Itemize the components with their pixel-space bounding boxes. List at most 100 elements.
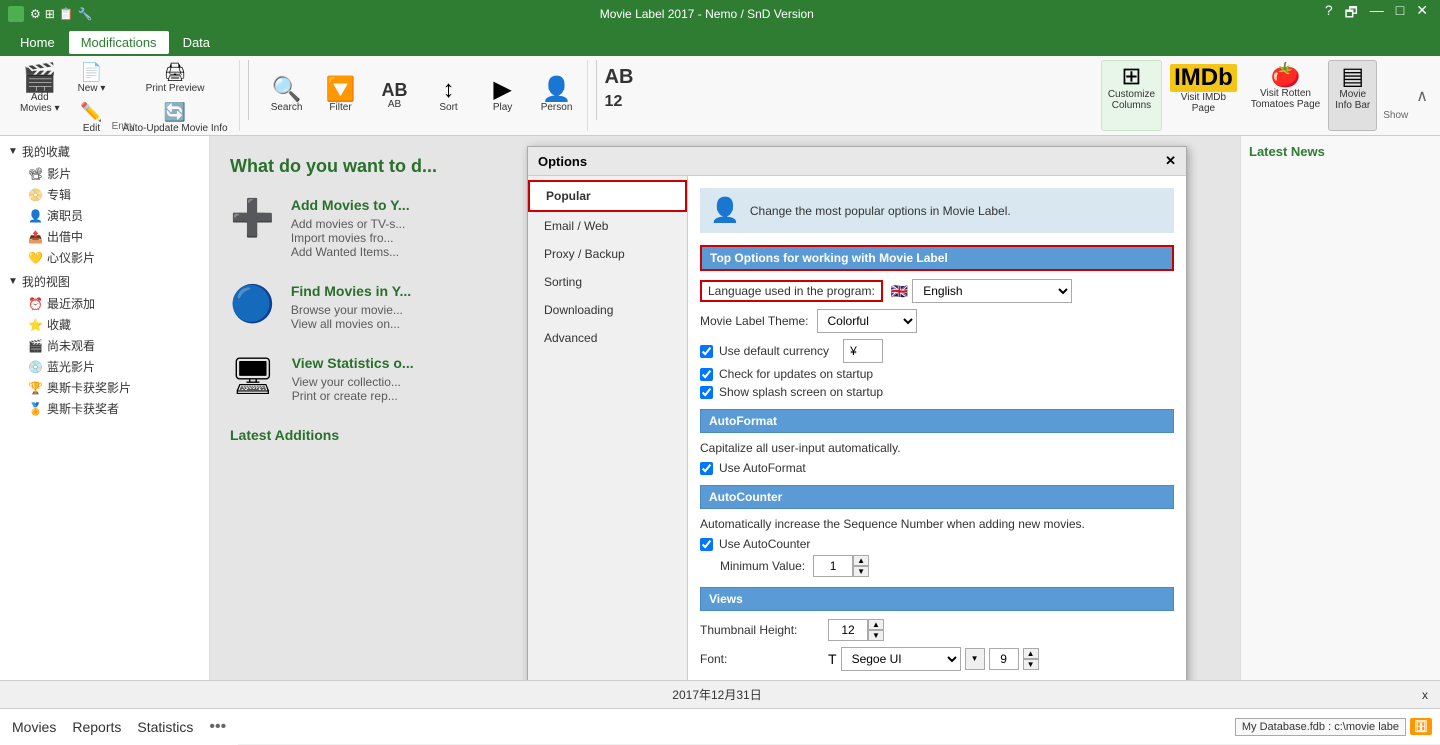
person-icon: 👤	[542, 78, 572, 102]
ribbon-visit-imdb[interactable]: IMDb Visit IMDbPage	[1164, 60, 1243, 131]
sidebar-item-movies[interactable]: 📽 影片	[0, 163, 209, 184]
sidebar-item-recent[interactable]: ⏰ 最近添加	[0, 293, 209, 314]
help-btn[interactable]: ?	[1321, 2, 1337, 26]
add-movies-icon: 🎬	[22, 64, 57, 92]
sidebar-section-collection: ▼ 我的收藏 📽 影片 📀 专辑 👤 演职员 📤 出借中 💛 心仪影片	[0, 140, 209, 268]
sidebar-item-cast[interactable]: 👤 演职员	[0, 205, 209, 226]
font-select[interactable]: Segoe UI	[841, 647, 961, 671]
ribbon-play[interactable]: ▶ Play	[479, 74, 527, 117]
font-size-down[interactable]: ▼	[1023, 659, 1039, 670]
autocounter-row: Use AutoCounter	[700, 537, 1174, 551]
currency-checkbox[interactable]	[700, 345, 713, 358]
ribbon-add-movies[interactable]: 🎬 AddMovies ▾	[14, 59, 65, 119]
dialog-nav-email-web[interactable]: Email / Web	[528, 212, 687, 240]
dialog-title: Options	[538, 154, 587, 169]
maximize-btn[interactable]: □	[1392, 2, 1408, 26]
menu-home[interactable]: Home	[8, 31, 67, 54]
sidebar-views-header[interactable]: ▼ 我的视图	[0, 270, 209, 293]
updates-checkbox[interactable]	[700, 368, 713, 381]
language-select-wrapper: 🇬🇧 English	[891, 279, 1072, 303]
sidebar-item-oscar-winner-movies[interactable]: 🏆 奥斯卡获奖影片	[0, 377, 209, 398]
sidebar-item-oscar-winner[interactable]: 🏅 奥斯卡获奖者	[0, 398, 209, 419]
entry-group-label: Entry	[112, 121, 135, 132]
more-tabs-btn[interactable]: •••	[209, 718, 226, 736]
add-movies-label: AddMovies ▾	[20, 92, 59, 114]
ribbon-customize-columns[interactable]: ⊞ CustomizeColumns	[1101, 60, 1162, 131]
edit-label: Edit	[83, 123, 100, 134]
close-btn[interactable]: ✕	[1412, 2, 1432, 26]
theme-select[interactable]: Colorful	[817, 309, 917, 333]
ribbon-person[interactable]: 👤 Person	[533, 74, 581, 117]
autocounter-checkbox[interactable]	[700, 538, 713, 551]
min-value-up[interactable]: ▲	[853, 555, 869, 566]
font-icon: T	[828, 651, 837, 667]
dialog-nav-popular[interactable]: Popular	[528, 180, 687, 212]
ribbon-separator-1	[248, 60, 249, 120]
icon-config[interactable]: 🔧	[78, 7, 93, 21]
thumbnail-down[interactable]: ▼	[868, 630, 884, 641]
thumbnail-height-input[interactable]	[828, 619, 868, 641]
collection-label: 我的收藏	[22, 143, 70, 160]
sidebar-item-charity[interactable]: 💛 心仪影片	[0, 247, 209, 268]
dialog-nav-proxy-backup[interactable]: Proxy / Backup	[528, 240, 687, 268]
thumbnail-spinner-btns: ▲ ▼	[868, 619, 884, 641]
autoformat-checkbox[interactable]	[700, 462, 713, 475]
movie-info-label: MovieInfo Bar	[1335, 89, 1370, 111]
min-value-down[interactable]: ▼	[853, 566, 869, 577]
language-label: Language used in the program:	[700, 280, 883, 302]
ribbon-edit[interactable]: ✏️ Edit	[69, 99, 113, 137]
tab-movies[interactable]: Movies	[12, 715, 56, 739]
sidebar-item-lending[interactable]: 📤 出借中	[0, 226, 209, 247]
currency-symbol-input[interactable]	[843, 339, 883, 363]
font-dropdown-btn[interactable]: ▼	[965, 648, 985, 670]
collection-arrow: ▼	[8, 146, 18, 157]
recent-label: 最近添加	[47, 295, 95, 312]
menu-modifications[interactable]: Modifications	[69, 31, 169, 54]
icon-settings[interactable]: ⚙	[30, 7, 41, 21]
ribbon-new[interactable]: 📄 New ▾	[69, 59, 113, 97]
menu-bar: Home Modifications Data	[0, 28, 1440, 56]
status-bar: 2017年12月31日 x	[0, 680, 1440, 708]
min-value-input[interactable]	[813, 555, 853, 577]
window-controls: ? 🗗 — □ ✕	[1321, 2, 1432, 26]
sidebar-item-favorites[interactable]: ⭐ 收藏	[0, 314, 209, 335]
thumbnail-up[interactable]: ▲	[868, 619, 884, 630]
sidebar-item-unwatched[interactable]: 🎬 尚未观看	[0, 335, 209, 356]
splash-checkbox[interactable]	[700, 386, 713, 399]
thumbnail-height-label: Thumbnail Height:	[700, 623, 820, 637]
toolbar-icons: ⚙ ⊞ 📋 🔧	[30, 7, 93, 21]
dialog-close-icon[interactable]: ✕	[1165, 153, 1176, 169]
ribbon-show-group: ⊞ CustomizeColumns IMDb Visit IMDbPage 🍅…	[1101, 60, 1408, 131]
views-arrow: ▼	[8, 276, 18, 287]
language-select[interactable]: English	[912, 279, 1072, 303]
dialog-nav-downloading[interactable]: Downloading	[528, 296, 687, 324]
ribbon-visit-rotten[interactable]: 🍅 Visit RottenTomatoes Page	[1245, 60, 1327, 131]
font-size-up[interactable]: ▲	[1023, 648, 1039, 659]
icon-grid[interactable]: ⊞	[45, 7, 55, 21]
dialog-nav-advanced[interactable]: Advanced	[528, 324, 687, 352]
ribbon-sort[interactable]: ↕ Sort	[425, 74, 473, 117]
autoformat-label: Use AutoFormat	[719, 461, 806, 475]
sidebar: ▼ 我的收藏 📽 影片 📀 专辑 👤 演职员 📤 出借中 💛 心仪影片	[0, 136, 210, 680]
ribbon-filter[interactable]: 🔽 Filter	[317, 74, 365, 117]
ribbon-print-preview[interactable]: 🖨 Print Preview	[117, 59, 232, 97]
title-bar: ⚙ ⊞ 📋 🔧 Movie Label 2017 - Nemo / SnD Ve…	[0, 0, 1440, 28]
ribbon-movie-info-bar[interactable]: ▤ MovieInfo Bar	[1328, 60, 1377, 131]
ribbon-search[interactable]: 🔍 Search	[263, 74, 311, 117]
dialog-nav-sorting[interactable]: Sorting	[528, 268, 687, 296]
tab-statistics[interactable]: Statistics	[137, 715, 193, 739]
font-size-input[interactable]	[989, 648, 1019, 670]
ribbon-collapse[interactable]: ∧	[1412, 60, 1432, 131]
app-icon	[8, 6, 24, 22]
play-icon: ▶	[493, 78, 511, 102]
minimize-btn[interactable]: —	[1366, 2, 1388, 26]
tab-reports[interactable]: Reports	[72, 715, 121, 739]
menu-data[interactable]: Data	[171, 31, 222, 54]
ribbon-ab[interactable]: AB AB	[371, 77, 419, 114]
icon-docs[interactable]: 📋	[59, 7, 74, 21]
sidebar-collection-header[interactable]: ▼ 我的收藏	[0, 140, 209, 163]
ribbon-show-label: Show	[1379, 60, 1408, 131]
sidebar-item-bluray[interactable]: 💿 蓝光影片	[0, 356, 209, 377]
sidebar-item-albums[interactable]: 📀 专辑	[0, 184, 209, 205]
restore-btn[interactable]: 🗗	[1341, 2, 1362, 26]
